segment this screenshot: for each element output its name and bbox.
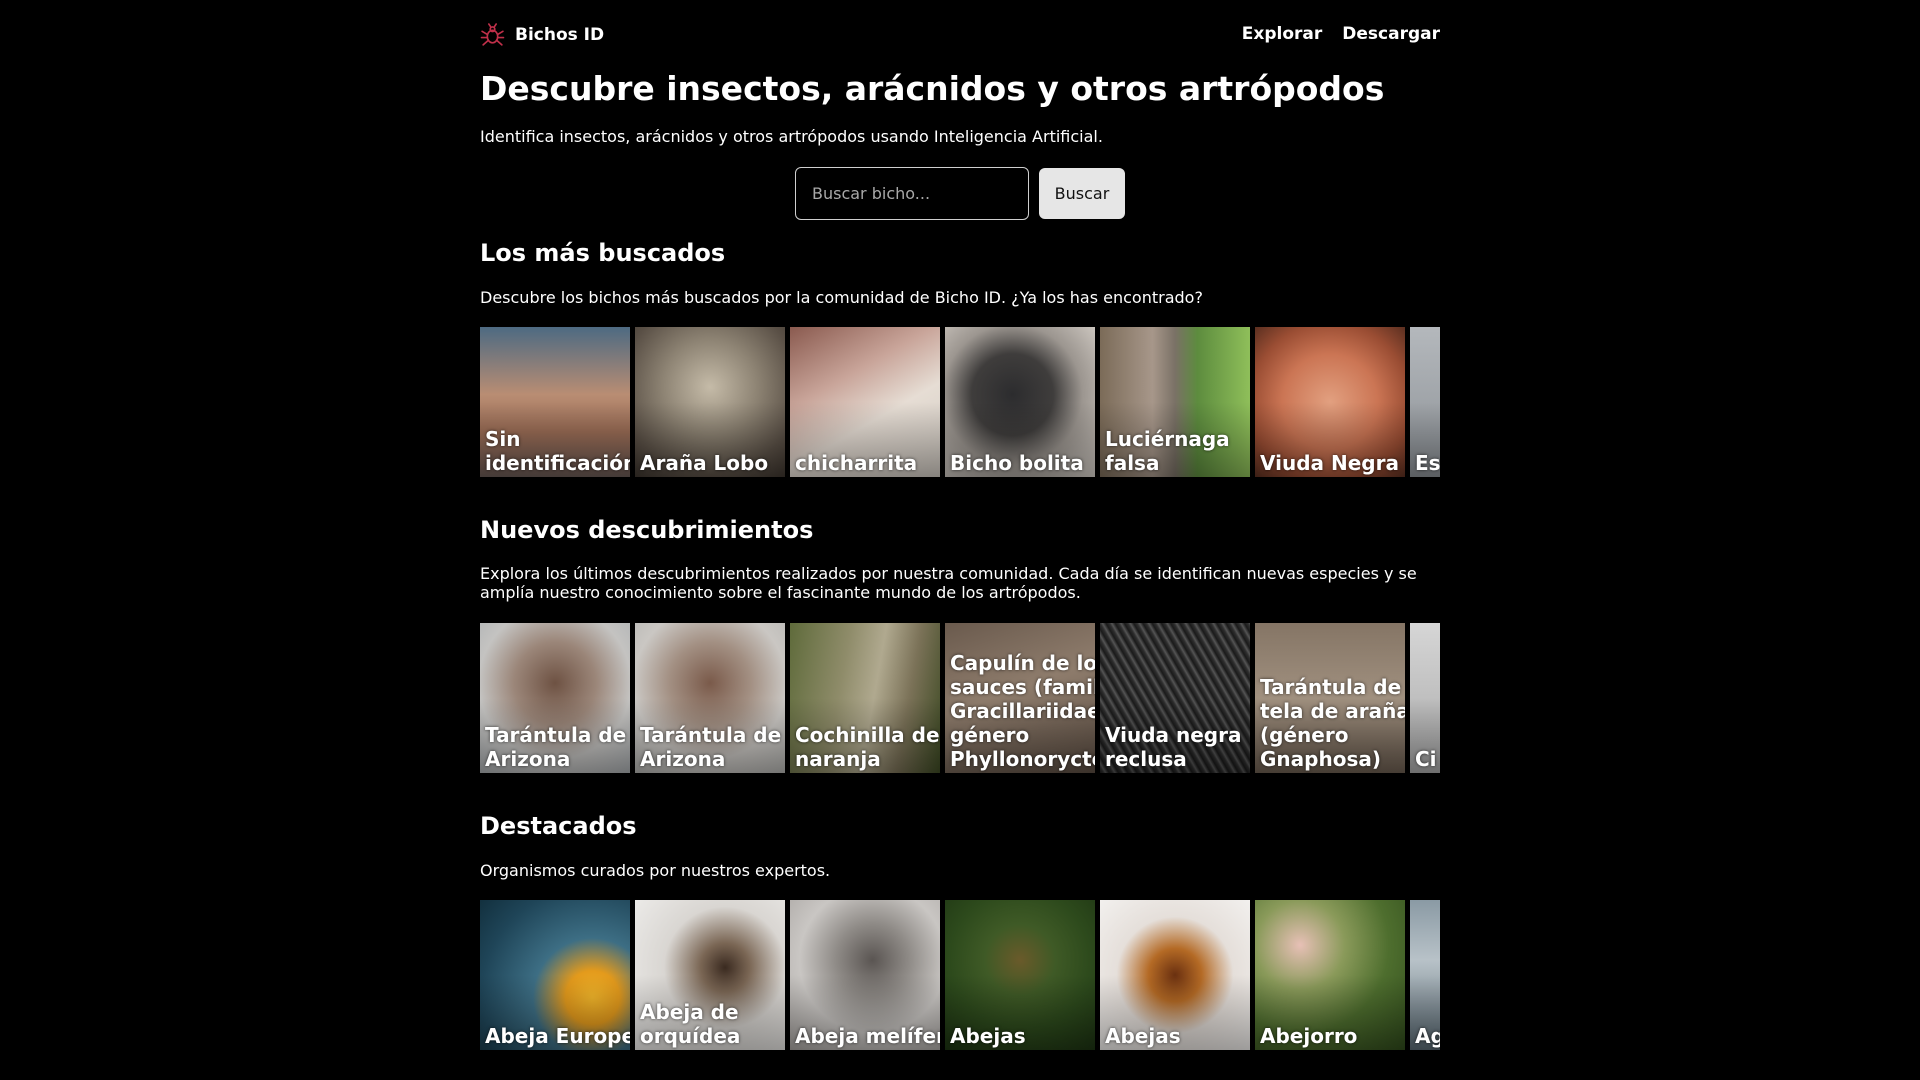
species-card[interactable]: Abejas: [945, 900, 1095, 1050]
card-label: Abejorro: [1260, 1024, 1358, 1048]
card-label: Viuda Negra: [1260, 451, 1399, 475]
card-label: Tarántula de tela de araña (género Gnaph…: [1260, 675, 1405, 771]
species-card[interactable]: Tarántula de Arizona: [480, 623, 630, 773]
top-navbar: Bichos ID Explorar Descargar: [480, 0, 1440, 70]
page-subtitle: Identifica insectos, arácnidos y otros a…: [480, 127, 1103, 146]
card-label: Araña Lobo: [640, 451, 769, 475]
brand-link[interactable]: Bichos ID: [480, 22, 604, 48]
search-input[interactable]: [795, 167, 1029, 220]
card-label: Luciérnaga falsa: [1105, 427, 1230, 475]
card-label: Capulín de los sauces (familia Gracillar…: [950, 651, 1095, 771]
species-card[interactable]: Viuda negra reclusa: [1100, 623, 1250, 773]
species-card[interactable]: Capulín de los sauces (familia Gracillar…: [945, 623, 1095, 773]
bug-logo-icon: [480, 22, 505, 46]
page-title: Descubre insectos, arácnidos y otros art…: [480, 69, 1385, 108]
species-card[interactable]: Abeja melífera: [790, 900, 940, 1050]
brand-name: Bichos ID: [515, 25, 605, 45]
card-label: Es de: [1415, 451, 1440, 475]
card-label: chicharrita: [795, 451, 918, 475]
species-card[interactable]: Luciérnaga falsa: [1100, 327, 1250, 477]
card-label: Tarántula de Arizona: [485, 723, 627, 771]
species-card[interactable]: Tarántula de Arizona: [635, 623, 785, 773]
section-title-destacados: Destacados: [480, 812, 637, 840]
card-label: Ci ve: [1415, 747, 1440, 771]
species-card[interactable]: chicharrita: [790, 327, 940, 477]
section-desc-destacados: Organismos curados por nuestros expertos…: [480, 861, 831, 880]
card-label: Abeja melífera: [795, 1024, 940, 1048]
species-card[interactable]: Viuda Negra: [1255, 327, 1405, 477]
card-label: Bicho bolita: [950, 451, 1084, 475]
nav-explorar-link[interactable]: Explorar: [1242, 24, 1323, 44]
main-nav: Explorar Descargar: [1242, 24, 1440, 44]
card-row-nuevos-descubrimientos[interactable]: Tarántula de Arizona Tarántula de Arizon…: [480, 623, 1440, 773]
section-desc-mas-buscados: Descubre los bichos más buscados por la …: [480, 288, 1203, 307]
card-label: Abejas: [1105, 1024, 1181, 1048]
search-button[interactable]: Buscar: [1039, 168, 1125, 219]
species-card[interactable]: Bicho bolita: [945, 327, 1095, 477]
card-label: Abeja Europea: [485, 1024, 630, 1048]
species-card[interactable]: Tarántula de tela de araña (género Gnaph…: [1255, 623, 1405, 773]
species-card[interactable]: Abeja de orquídea: [635, 900, 785, 1050]
card-label: Abeja de orquídea: [640, 1000, 741, 1048]
card-label: Abejas: [950, 1024, 1026, 1048]
section-desc-nuevos-descubrimientos: Explora los últimos descubrimientos real…: [480, 564, 1417, 602]
card-row-mas-buscados[interactable]: Sin identificación Araña Lobo chicharrit…: [480, 327, 1440, 477]
species-card[interactable]: Abejorro: [1255, 900, 1405, 1050]
species-card[interactable]: Sin identificación: [480, 327, 630, 477]
species-card[interactable]: Es de: [1410, 327, 1440, 477]
species-card[interactable]: Cochinilla de la naranja: [790, 623, 940, 773]
nav-descargar-link[interactable]: Descargar: [1342, 24, 1440, 44]
section-title-nuevos-descubrimientos: Nuevos descubrimientos: [480, 516, 814, 544]
species-card[interactable]: Abeja Europea: [480, 900, 630, 1050]
species-card[interactable]: Araña Lobo: [635, 327, 785, 477]
card-label: Sin identificación: [485, 427, 630, 475]
card-row-destacados[interactable]: Abeja Europea Abeja de orquídea Abeja me…: [480, 900, 1440, 1050]
card-label: Cochinilla de la naranja: [795, 723, 940, 771]
card-label: Tarántula de Arizona: [640, 723, 782, 771]
card-label: Viuda negra reclusa: [1105, 723, 1242, 771]
species-card[interactable]: Ag ce: [1410, 900, 1440, 1050]
species-card[interactable]: Abejas: [1100, 900, 1250, 1050]
species-card[interactable]: Ci ve: [1410, 623, 1440, 773]
section-title-mas-buscados: Los más buscados: [480, 239, 726, 267]
card-label: Ag ce: [1415, 1024, 1440, 1048]
search-form: Buscar: [795, 167, 1125, 220]
